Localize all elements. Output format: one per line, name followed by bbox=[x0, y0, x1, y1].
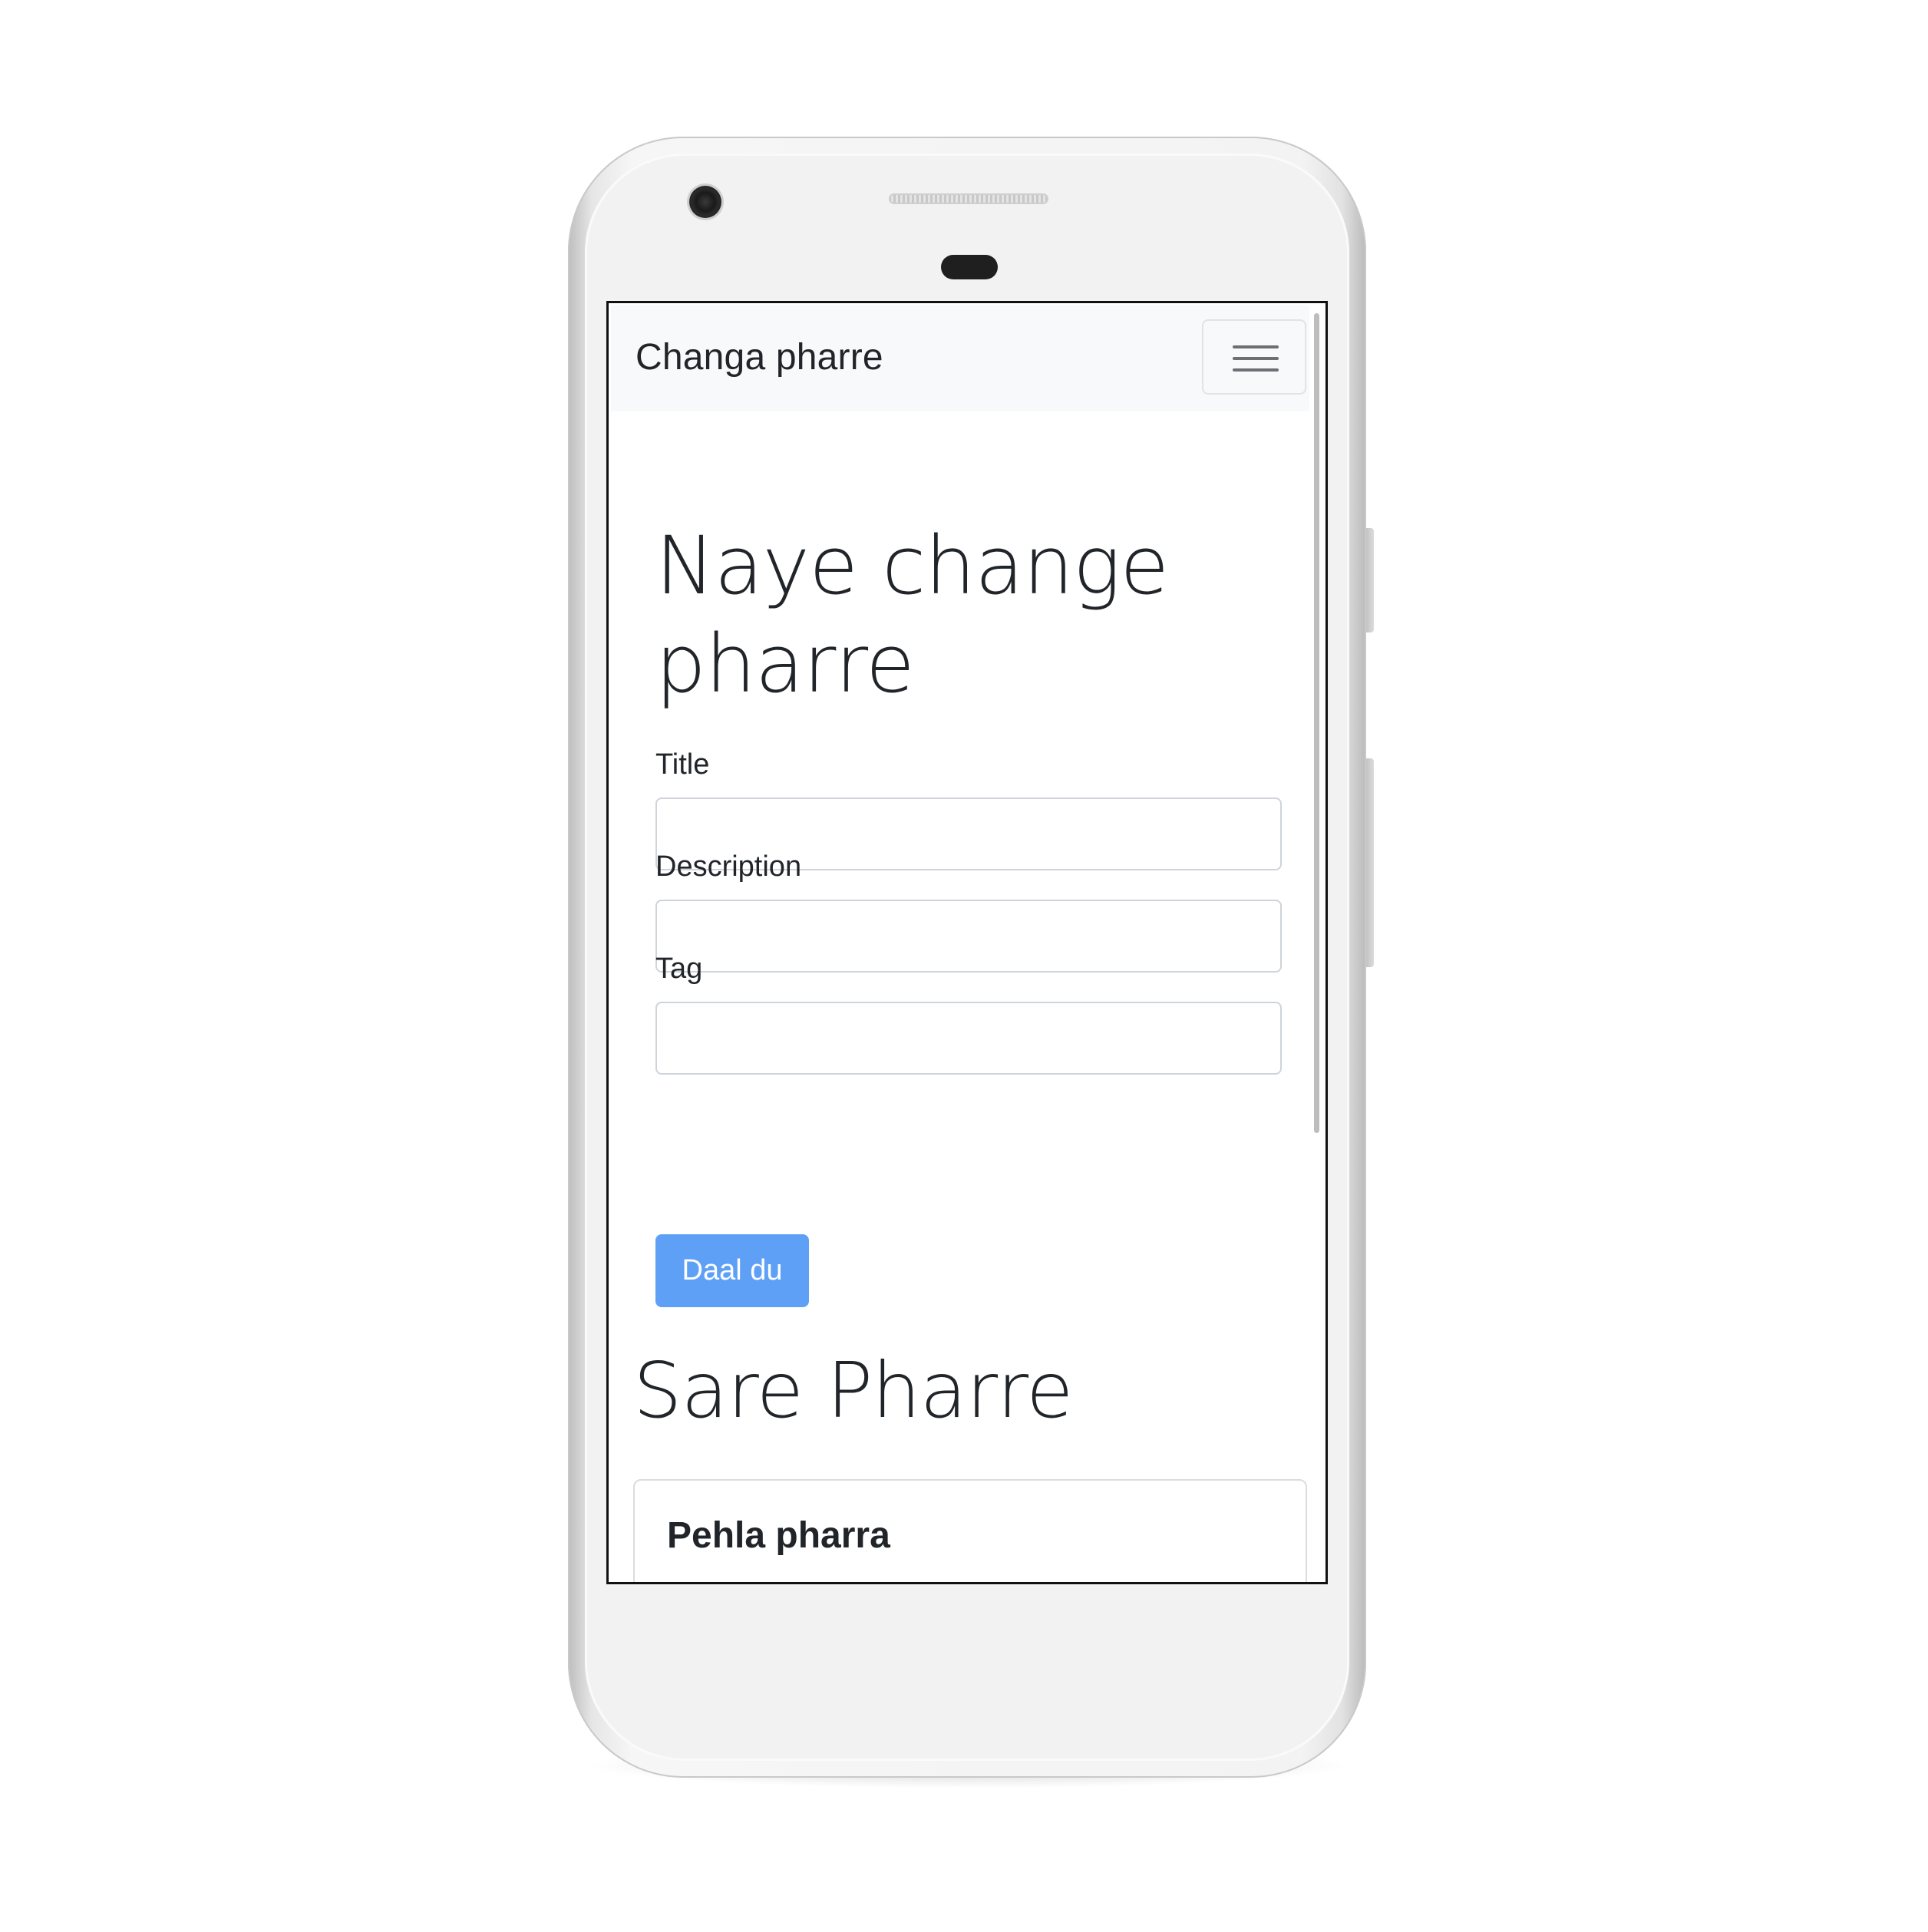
phone-screen: Changa pharre Naye change pharre Title D… bbox=[606, 301, 1328, 1584]
form-heading: Naye change pharre bbox=[655, 519, 1169, 711]
tag-input[interactable] bbox=[655, 1002, 1282, 1075]
title-label: Title bbox=[655, 748, 710, 781]
card-title: Pehla pharra bbox=[667, 1515, 890, 1556]
volume-button bbox=[1366, 758, 1374, 967]
tag-label: Tag bbox=[655, 953, 703, 985]
power-button bbox=[1366, 528, 1374, 632]
list-card[interactable]: Pehla pharra bbox=[633, 1479, 1307, 1582]
submit-button[interactable]: Daal du bbox=[655, 1234, 809, 1307]
description-input[interactable] bbox=[655, 900, 1282, 973]
navbar-toggler-button[interactable] bbox=[1202, 319, 1306, 395]
scrollbar[interactable] bbox=[1314, 313, 1319, 1133]
speaker-grille bbox=[889, 193, 1048, 204]
list-heading: Sare Pharre bbox=[633, 1346, 1073, 1435]
earpiece-sensor bbox=[941, 255, 998, 279]
description-label: Description bbox=[655, 850, 802, 883]
navbar-brand[interactable]: Changa pharre bbox=[636, 336, 883, 378]
front-camera-icon bbox=[689, 186, 721, 218]
navbar: Changa pharre bbox=[611, 305, 1309, 411]
